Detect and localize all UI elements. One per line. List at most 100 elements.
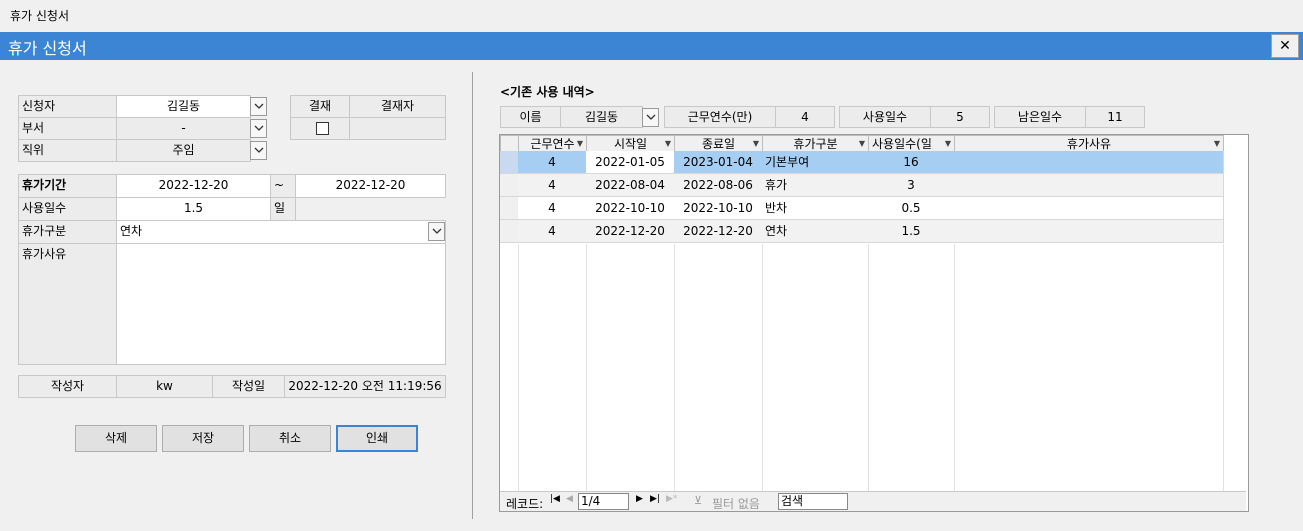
approval-label: 결재 <box>290 95 350 118</box>
prev-record-icon[interactable]: ◀ <box>566 494 573 504</box>
table-cell-type[interactable]: 기본부여 <box>762 151 869 174</box>
table-cell-years[interactable]: 4 <box>518 151 587 174</box>
grid-line <box>954 244 955 492</box>
cancel-button[interactable]: 취소 <box>249 425 331 452</box>
history-name-combo[interactable]: 김길동 <box>560 106 643 128</box>
dept-label: 부서 <box>18 117 117 140</box>
table-cell-start[interactable]: 2022-10-10 <box>586 197 675 220</box>
print-button[interactable]: 인쇄 <box>336 425 418 452</box>
sort-arrow-icon: ▼ <box>944 139 951 148</box>
table-cell-type[interactable]: 휴가 <box>762 174 869 197</box>
applicant-dropdown[interactable] <box>250 97 267 116</box>
table-cell-start[interactable]: 2022-12-20 <box>586 220 675 243</box>
record-position-input[interactable]: 1/4 <box>578 493 629 510</box>
sort-arrow-icon: ▼ <box>858 139 865 148</box>
days-label: 사용일수 <box>18 197 117 221</box>
date-value: 2022-12-20 오전 11:19:56 <box>284 375 446 398</box>
table-cell-end[interactable]: 2022-12-20 <box>674 220 763 243</box>
reason-label: 휴가사유 <box>18 243 117 365</box>
table-cell-reason[interactable] <box>954 220 1224 243</box>
table-cell-start[interactable]: 2022-01-05 <box>586 151 675 174</box>
table-cell-type[interactable]: 반차 <box>762 197 869 220</box>
table-cell-end[interactable]: 2022-08-06 <box>674 174 763 197</box>
sort-arrow-icon: ▼ <box>1213 139 1220 148</box>
table-cell-reason[interactable] <box>954 197 1224 220</box>
record-label: 레코드: <box>506 497 544 511</box>
type-combo[interactable]: 연차 <box>116 220 446 244</box>
writer-label: 작성자 <box>18 375 117 398</box>
chevron-down-icon <box>432 228 442 234</box>
used-label: 사용일수 <box>839 106 931 128</box>
applicant-combo[interactable]: 김길동 <box>116 95 251 118</box>
table-cell-years[interactable]: 4 <box>518 220 587 243</box>
years-label: 근무연수(만) <box>664 106 776 128</box>
period-label: 휴가기간 <box>18 174 117 198</box>
table-cell-years[interactable]: 4 <box>518 174 587 197</box>
dept-combo[interactable]: - <box>116 117 251 140</box>
close-button[interactable]: ✕ <box>1271 34 1299 58</box>
position-combo[interactable]: 주임 <box>116 139 251 162</box>
table-cell-start[interactable]: 2022-08-04 <box>586 174 675 197</box>
chevron-down-icon <box>646 114 656 120</box>
history-name-label: 이름 <box>500 106 561 128</box>
chevron-down-icon <box>254 147 264 153</box>
table-cell-reason[interactable] <box>954 151 1224 174</box>
type-dropdown[interactable] <box>428 222 445 241</box>
column-header-label: 휴가사유 <box>1066 137 1112 151</box>
row-selector[interactable] <box>500 151 519 174</box>
vertical-divider <box>472 72 473 519</box>
period-start-input[interactable]: 2022-12-20 <box>116 174 271 198</box>
remain-label: 남은일수 <box>994 106 1086 128</box>
row-selector[interactable] <box>500 220 519 243</box>
search-input[interactable]: 검색 <box>778 493 848 510</box>
position-dropdown[interactable] <box>250 141 267 160</box>
row-selector[interactable] <box>500 197 519 220</box>
table-cell-days[interactable]: 1.5 <box>868 220 955 243</box>
approver-value <box>349 117 446 140</box>
table-cell-years[interactable]: 4 <box>518 197 587 220</box>
reason-textarea[interactable] <box>116 243 446 365</box>
filter-status[interactable]: 필터 없음 <box>712 495 760 512</box>
last-record-icon[interactable]: ▶| <box>650 494 660 504</box>
approver-label: 결재자 <box>349 95 446 118</box>
delete-button[interactable]: 삭제 <box>75 425 157 452</box>
sort-arrow-icon: ▼ <box>752 139 759 148</box>
period-separator: ~ <box>270 174 296 198</box>
remain-value: 11 <box>1085 106 1145 128</box>
table-cell-end[interactable]: 2022-10-10 <box>674 197 763 220</box>
title-text: 휴가 신청서 <box>8 39 87 58</box>
grid-line <box>518 244 519 492</box>
table-cell-days[interactable]: 3 <box>868 174 955 197</box>
new-record-icon[interactable]: ▶* <box>666 494 677 504</box>
grid-line <box>762 244 763 492</box>
save-button[interactable]: 저장 <box>162 425 244 452</box>
row-selector[interactable] <box>500 174 519 197</box>
approval-cell <box>290 117 350 140</box>
column-header-label: 시작일 <box>613 137 648 151</box>
sort-arrow-icon: ▼ <box>664 139 671 148</box>
history-name-dropdown[interactable] <box>642 108 659 127</box>
table-cell-days[interactable]: 16 <box>868 151 955 174</box>
grid-line <box>868 244 869 492</box>
history-title: <기존 사용 내역> <box>500 85 595 99</box>
table-cell-reason[interactable] <box>954 174 1224 197</box>
record-navigator: 레코드: |◀ ◀ 1/4 ▶ ▶| ▶* ⊻ 필터 없음 검색 <box>500 491 1246 511</box>
dept-dropdown[interactable] <box>250 119 267 138</box>
next-record-icon[interactable]: ▶ <box>636 494 643 504</box>
period-end-input[interactable]: 2022-12-20 <box>295 174 446 198</box>
writer-value: kw <box>116 375 213 398</box>
chevron-down-icon <box>254 103 264 109</box>
column-header-label: 사용일수(일 <box>872 137 932 151</box>
table-cell-end[interactable]: 2023-01-04 <box>674 151 763 174</box>
approval-checkbox[interactable] <box>316 122 329 135</box>
grid-line <box>1223 244 1224 492</box>
column-header-label: 종료일 <box>701 137 736 151</box>
chevron-down-icon <box>254 125 264 131</box>
window-caption: 휴가 신청서 <box>10 9 70 23</box>
filter-icon[interactable]: ⊻ <box>694 494 702 507</box>
days-input[interactable]: 1.5 <box>116 197 271 221</box>
table-cell-days[interactable]: 0.5 <box>868 197 955 220</box>
table-cell-type[interactable]: 연차 <box>762 220 869 243</box>
first-record-icon[interactable]: |◀ <box>550 494 560 504</box>
applicant-label: 신청자 <box>18 95 117 118</box>
